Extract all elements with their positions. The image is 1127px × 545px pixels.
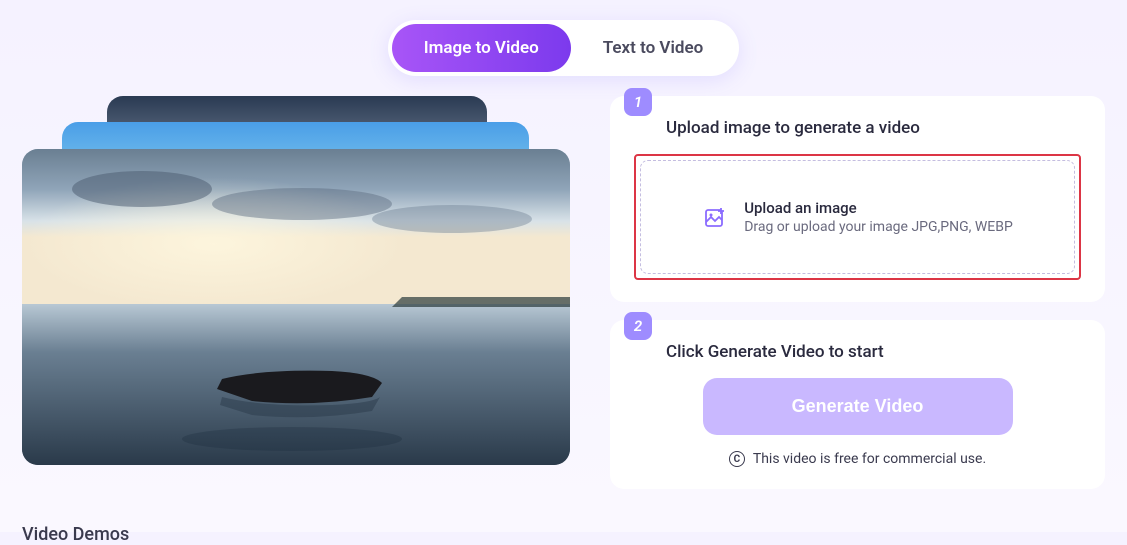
step-2-title: Click Generate Video to start [666, 342, 1081, 362]
step-badge-1: 1 [624, 88, 652, 116]
upload-dropzone[interactable]: Upload an image Drag or upload your imag… [640, 160, 1075, 274]
tab-image-to-video[interactable]: Image to Video [392, 24, 571, 72]
step-card-2: 2 Click Generate Video to start Generate… [610, 320, 1105, 489]
mode-tabs: Image to Video Text to Video [0, 0, 1127, 96]
step-card-1: 1 Upload image to generate a video Uploa… [610, 96, 1105, 302]
upload-text-group: Upload an image Drag or upload your imag… [744, 199, 1013, 235]
upload-zone-highlight: Upload an image Drag or upload your imag… [634, 154, 1081, 280]
image-plus-icon [702, 204, 728, 230]
generate-video-button[interactable]: Generate Video [703, 378, 1013, 435]
demo-image-stack [22, 96, 570, 464]
commercial-use-note: C This video is free for commercial use. [634, 451, 1081, 467]
step-1-title: Upload image to generate a video [666, 118, 1081, 138]
tabs-container: Image to Video Text to Video [388, 20, 739, 76]
demo-preview-panel: Video Demos [22, 96, 570, 545]
steps-panel: 1 Upload image to generate a video Uploa… [610, 96, 1105, 545]
video-demos-heading: Video Demos [22, 524, 570, 545]
main-content: Video Demos 1 Upload image to generate a… [0, 96, 1127, 545]
commercial-note-text: This video is free for commercial use. [753, 451, 986, 467]
step-badge-2: 2 [624, 312, 652, 340]
tab-text-to-video[interactable]: Text to Video [571, 24, 736, 72]
upload-secondary-text: Drag or upload your image JPG,PNG, WEBP [744, 219, 1013, 235]
copyright-icon: C [729, 451, 745, 467]
demo-image-front[interactable] [22, 149, 570, 465]
upload-primary-text: Upload an image [744, 199, 1013, 217]
